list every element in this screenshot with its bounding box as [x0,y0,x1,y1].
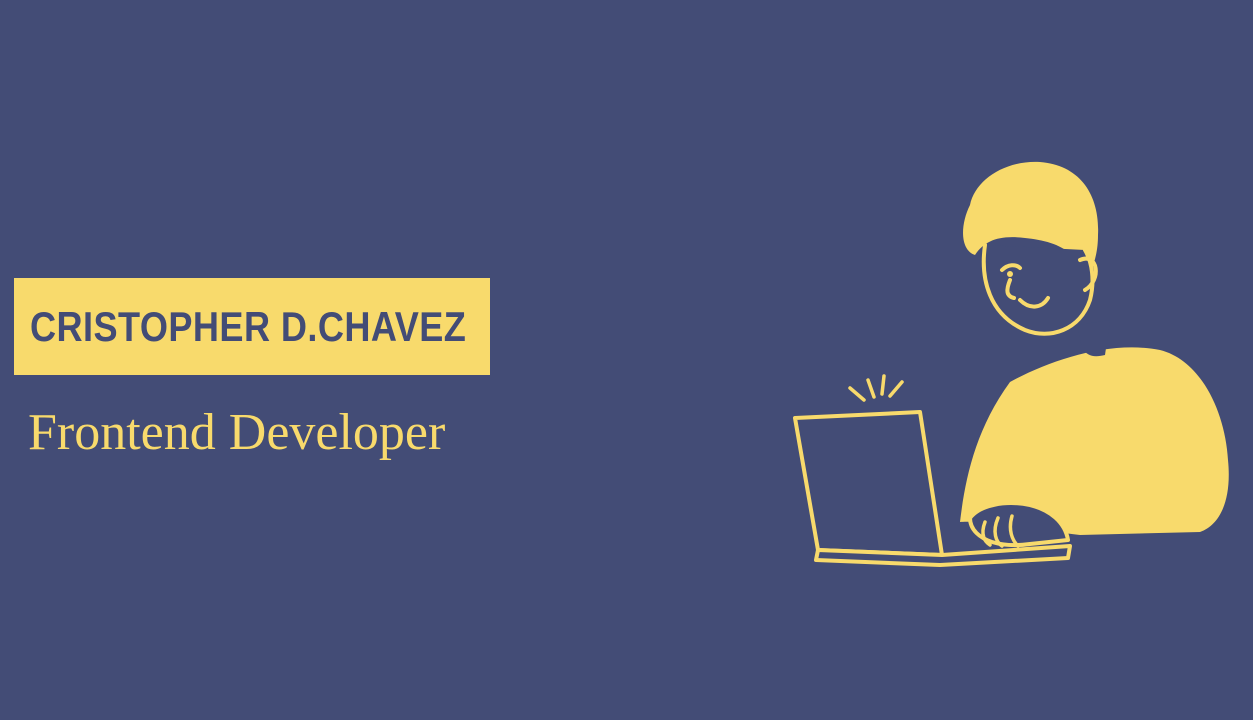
developer-name: CRISTOPHER D.CHAVEZ [30,302,467,350]
eye-dot [1007,271,1013,277]
laptop-screen [793,410,944,557]
neck-shape [1078,320,1110,357]
developer-role: Frontend Developer [28,404,446,461]
name-badge: CRISTOPHER D.CHAVEZ [14,278,490,375]
spark-lines [848,374,904,402]
person-with-laptop-illustration [793,161,1229,567]
face-outline [981,243,1095,336]
hero-section: CRISTOPHER D.CHAVEZ Frontend Developer [0,0,1253,720]
